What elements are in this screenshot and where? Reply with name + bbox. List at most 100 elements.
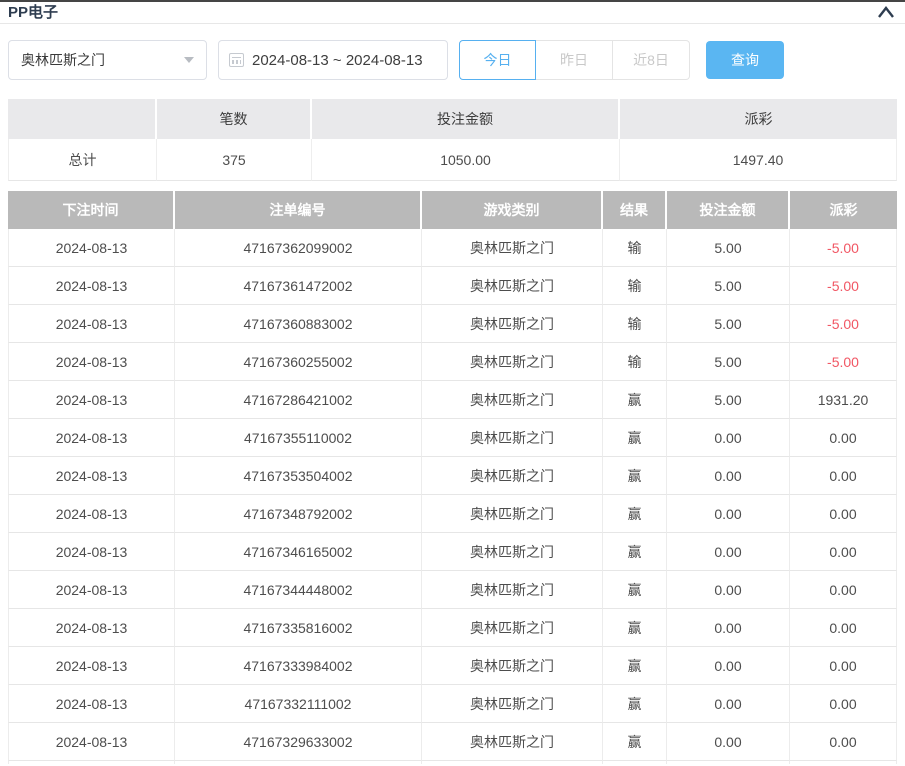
summary-header-count: 笔数 xyxy=(157,99,312,139)
header-bet-time: 下注时间 xyxy=(8,191,175,229)
game-select-value: 奥林匹斯之门 xyxy=(21,50,105,70)
result-cell: 输 xyxy=(603,267,667,305)
bet-amount-cell: 0.00 xyxy=(667,647,790,685)
payout-cell: 0.00 xyxy=(790,533,897,571)
header-game-type: 游戏类别 xyxy=(422,191,603,229)
bet-amount-cell: 0.00 xyxy=(667,457,790,495)
result-cell: 赢 xyxy=(603,723,667,761)
yesterday-button[interactable]: 昨日 xyxy=(536,40,613,80)
result-cell: 输 xyxy=(603,229,667,267)
order-number-cell: 47167335816002 xyxy=(175,609,422,647)
game-type-cell: 奥林匹斯之门 xyxy=(422,419,603,457)
bet-amount-cell: 0.00 xyxy=(667,723,790,761)
payout-cell: 1931.20 xyxy=(790,381,897,419)
bet-time-cell: 2024-08-13 xyxy=(8,495,175,533)
game-type-cell: 奥林匹斯之门 xyxy=(422,457,603,495)
table-row: 2024-08-1347167332111002奥林匹斯之门赢0.000.00 xyxy=(8,685,897,723)
header-bet-amount: 投注金额 xyxy=(667,191,790,229)
order-number-cell: 47167362099002 xyxy=(175,229,422,267)
order-number-cell: 47167348792002 xyxy=(175,495,422,533)
result-cell: 赢 xyxy=(603,495,667,533)
order-number-cell: 47167360255002 xyxy=(175,343,422,381)
table-row: 2024-08-1347167360255002奥林匹斯之门输5.00-5.00 xyxy=(8,343,897,381)
last-8-days-button[interactable]: 近8日 xyxy=(613,40,690,80)
collapse-button[interactable] xyxy=(875,3,897,21)
game-select[interactable]: 奥林匹斯之门 xyxy=(8,40,207,80)
payout-cell: -5.00 xyxy=(790,343,897,381)
table-row-partial xyxy=(8,761,897,764)
game-type-cell: 奥林匹斯之门 xyxy=(422,267,603,305)
bet-amount-cell: 0.00 xyxy=(667,533,790,571)
game-type-cell: 奥林匹斯之门 xyxy=(422,571,603,609)
game-type-cell: 奥林匹斯之门 xyxy=(422,685,603,723)
table-row: 2024-08-1347167348792002奥林匹斯之门赢0.000.00 xyxy=(8,495,897,533)
payout-cell: 0.00 xyxy=(790,723,897,761)
date-range-input[interactable]: 2024-08-13 ~ 2024-08-13 xyxy=(218,40,448,80)
payout-cell: 0.00 xyxy=(790,457,897,495)
table-row: 2024-08-1347167353504002奥林匹斯之门赢0.000.00 xyxy=(8,457,897,495)
order-number-cell: 47167344448002 xyxy=(175,571,422,609)
bet-time-cell: 2024-08-13 xyxy=(8,381,175,419)
table-row: 2024-08-1347167355110002奥林匹斯之门赢0.000.00 xyxy=(8,419,897,457)
empty-cell xyxy=(422,761,603,764)
today-button[interactable]: 今日 xyxy=(459,40,536,80)
payout-cell: 0.00 xyxy=(790,419,897,457)
game-type-cell: 奥林匹斯之门 xyxy=(422,305,603,343)
quick-range-group: 今日 昨日 近8日 xyxy=(459,40,690,80)
bet-time-cell: 2024-08-13 xyxy=(8,343,175,381)
order-number-cell: 47167286421002 xyxy=(175,381,422,419)
table-row: 2024-08-1347167346165002奥林匹斯之门赢0.000.00 xyxy=(8,533,897,571)
table-row: 2024-08-1347167362099002奥林匹斯之门输5.00-5.00 xyxy=(8,229,897,267)
bet-table-body: 2024-08-1347167362099002奥林匹斯之门输5.00-5.00… xyxy=(8,229,897,764)
bet-amount-cell: 5.00 xyxy=(667,343,790,381)
query-button[interactable]: 查询 xyxy=(706,41,784,79)
header-result: 结果 xyxy=(603,191,667,229)
game-type-cell: 奥林匹斯之门 xyxy=(422,723,603,761)
summary-total-payout: 1497.40 xyxy=(620,139,897,181)
bet-amount-cell: 5.00 xyxy=(667,267,790,305)
empty-cell xyxy=(603,761,667,764)
filter-bar: 奥林匹斯之门 2024-08-13 ~ 2024-08-13 今日 昨日 近8日… xyxy=(8,40,897,80)
bet-amount-cell: 5.00 xyxy=(667,229,790,267)
bet-time-cell: 2024-08-13 xyxy=(8,457,175,495)
payout-cell: 0.00 xyxy=(790,647,897,685)
game-type-cell: 奥林匹斯之门 xyxy=(422,343,603,381)
bet-table: 下注时间 注单编号 游戏类别 结果 投注金额 派彩 2024-08-134716… xyxy=(8,191,897,764)
result-cell: 赢 xyxy=(603,571,667,609)
header-payout: 派彩 xyxy=(790,191,897,229)
bet-amount-cell: 0.00 xyxy=(667,609,790,647)
result-cell: 赢 xyxy=(603,457,667,495)
order-number-cell: 47167333984002 xyxy=(175,647,422,685)
result-cell: 赢 xyxy=(603,685,667,723)
result-cell: 赢 xyxy=(603,381,667,419)
empty-cell xyxy=(8,761,175,764)
table-row: 2024-08-1347167360883002奥林匹斯之门输5.00-5.00 xyxy=(8,305,897,343)
table-row: 2024-08-1347167333984002奥林匹斯之门赢0.000.00 xyxy=(8,647,897,685)
result-cell: 赢 xyxy=(603,647,667,685)
bet-time-cell: 2024-08-13 xyxy=(8,419,175,457)
bet-time-cell: 2024-08-13 xyxy=(8,305,175,343)
payout-cell: -5.00 xyxy=(790,305,897,343)
bet-amount-cell: 0.00 xyxy=(667,495,790,533)
table-row: 2024-08-1347167329633002奥林匹斯之门赢0.000.00 xyxy=(8,723,897,761)
bet-time-cell: 2024-08-13 xyxy=(8,267,175,305)
summary-total-label: 总计 xyxy=(8,139,157,181)
calendar-icon xyxy=(229,53,244,67)
page-title: PP电子 xyxy=(8,1,58,22)
result-cell: 赢 xyxy=(603,609,667,647)
summary-header-row: 笔数 投注金额 派彩 xyxy=(8,99,897,139)
summary-total-count: 375 xyxy=(157,139,312,181)
bet-amount-cell: 5.00 xyxy=(667,305,790,343)
bet-time-cell: 2024-08-13 xyxy=(8,685,175,723)
order-number-cell: 47167353504002 xyxy=(175,457,422,495)
bet-amount-cell: 0.00 xyxy=(667,571,790,609)
payout-cell: 0.00 xyxy=(790,685,897,723)
bet-time-cell: 2024-08-13 xyxy=(8,533,175,571)
result-cell: 赢 xyxy=(603,419,667,457)
chevron-up-icon xyxy=(877,5,895,19)
payout-cell: 0.00 xyxy=(790,609,897,647)
bet-time-cell: 2024-08-13 xyxy=(8,647,175,685)
order-number-cell: 47167361472002 xyxy=(175,267,422,305)
order-number-cell: 47167346165002 xyxy=(175,533,422,571)
game-type-cell: 奥林匹斯之门 xyxy=(422,609,603,647)
